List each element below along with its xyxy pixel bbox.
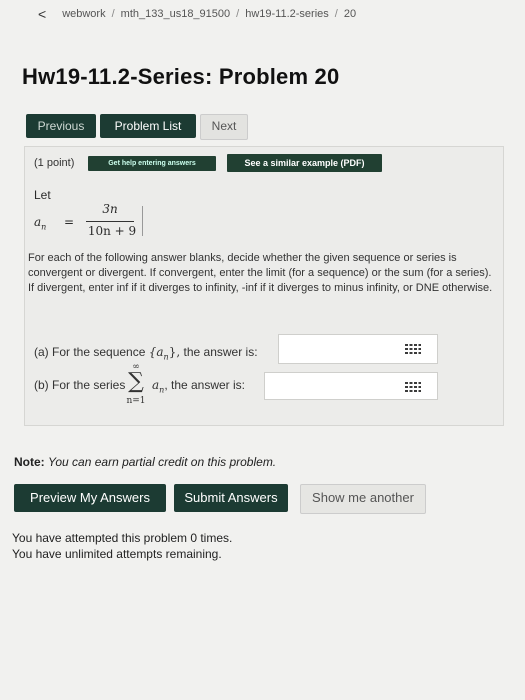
- previous-button[interactable]: Previous: [26, 114, 96, 138]
- instructions-paragraph: For each of the following answer blanks,…: [28, 252, 493, 294]
- equation-editor-icon[interactable]: [405, 344, 421, 354]
- equation-cursor: [142, 206, 143, 236]
- crumb-webwork[interactable]: webwork: [62, 8, 105, 20]
- next-button[interactable]: Next: [200, 114, 248, 140]
- formula-equals: =: [64, 215, 75, 229]
- page-title: Hw19-11.2-Series: Problem 20: [22, 64, 340, 89]
- show-another-button[interactable]: Show me another: [300, 484, 426, 514]
- formula-numerator: 3n: [102, 202, 118, 216]
- note: Note: You can earn partial credit on thi…: [14, 455, 277, 469]
- question-b-suffix: an, the answer is:: [152, 378, 246, 395]
- crumb-separator: /: [334, 8, 338, 20]
- preview-answers-button[interactable]: Preview My Answers: [14, 484, 166, 512]
- back-chevron-icon[interactable]: <: [38, 6, 46, 22]
- let-label: Let: [34, 188, 51, 202]
- answer-b-input[interactable]: [264, 372, 438, 400]
- formula-an: an: [34, 215, 47, 232]
- points-label: (1 point): [34, 157, 75, 169]
- submit-answers-button[interactable]: Submit Answers: [174, 484, 288, 512]
- question-b-prefix: (b) For the series: [34, 378, 126, 392]
- crumb-separator: /: [111, 8, 115, 20]
- breadcrumb: < webwork / mth_133_us18_91500 / hw19-11…: [38, 6, 356, 22]
- answer-a-input[interactable]: [278, 334, 438, 364]
- equation-editor-icon[interactable]: [405, 382, 421, 392]
- crumb-set[interactable]: hw19-11.2-series: [245, 8, 329, 20]
- crumb-course[interactable]: mth_133_us18_91500: [121, 8, 230, 20]
- sigma-notation: ∞ ∑ n=1: [126, 362, 146, 406]
- formula-denominator: 10n + 9: [87, 224, 137, 238]
- question-a: (a) For the sequence {an}, the answer is…: [34, 345, 258, 362]
- similar-example-button[interactable]: See a similar example (PDF): [227, 154, 382, 172]
- fraction-bar: [86, 221, 134, 222]
- help-entering-answers-button[interactable]: Get help entering answers: [88, 156, 216, 171]
- attempts-info: You have attempted this problem 0 times.…: [12, 531, 233, 561]
- problem-list-button[interactable]: Problem List: [100, 114, 196, 138]
- crumb-problem: 20: [343, 8, 357, 20]
- crumb-separator: /: [236, 8, 240, 20]
